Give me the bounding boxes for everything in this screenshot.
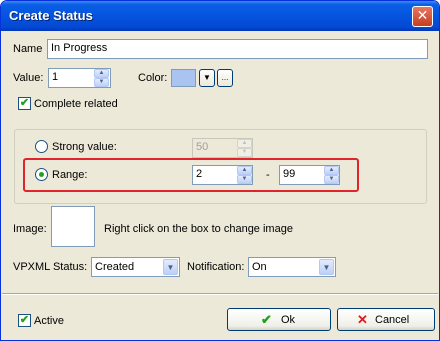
range-to-spinner[interactable]: ▲ ▼ xyxy=(324,166,339,184)
complete-related-checkbox[interactable]: ✔ xyxy=(18,97,31,110)
vpxml-status-label: VPXML Status: xyxy=(13,261,88,273)
vpxml-status-value: Created xyxy=(95,261,135,273)
name-label: Name xyxy=(13,43,43,55)
strong-value-label: Strong value: xyxy=(52,141,117,153)
spin-down-icon[interactable]: ▼ xyxy=(324,175,339,184)
notification-label: Notification: xyxy=(187,261,245,273)
vpxml-status-select[interactable]: Created ▼ xyxy=(91,257,180,277)
color-label: Color: xyxy=(138,72,168,84)
value-spinner[interactable]: ▲ ▼ xyxy=(94,69,109,87)
active-checkbox[interactable]: ✔ xyxy=(18,314,31,327)
complete-related-label: Complete related xyxy=(34,98,118,110)
image-label: Image: xyxy=(13,223,47,235)
notification-value: On xyxy=(252,261,267,273)
notification-select[interactable]: On ▼ xyxy=(248,257,336,277)
spin-up-icon[interactable]: ▲ xyxy=(324,166,339,175)
active-label: Active xyxy=(34,315,64,327)
range-separator: - xyxy=(266,169,270,181)
range-radio[interactable] xyxy=(35,168,48,181)
spin-down-icon: ▼ xyxy=(237,148,252,157)
image-hint: Right click on the box to change image xyxy=(104,223,293,235)
spin-up-icon[interactable]: ▲ xyxy=(237,166,252,175)
ok-button[interactable]: ✔ Ok xyxy=(227,308,331,331)
chevron-down-icon: ▼ xyxy=(203,73,211,82)
spin-down-icon[interactable]: ▼ xyxy=(94,78,109,87)
ellipsis-icon: ... xyxy=(221,73,229,82)
cancel-button-label: Cancel xyxy=(375,314,410,326)
check-icon: ✔ xyxy=(19,314,30,326)
cancel-button[interactable]: ✕ Cancel xyxy=(337,308,435,331)
close-button[interactable]: ✕ xyxy=(412,6,433,27)
check-icon: ✔ xyxy=(261,312,272,327)
color-more-button[interactable]: ... xyxy=(217,69,233,87)
range-from-spinner[interactable]: ▲ ▼ xyxy=(237,166,252,184)
spin-up-icon[interactable]: ▲ xyxy=(94,69,109,78)
chevron-down-icon[interactable]: ▼ xyxy=(163,259,178,275)
value-label: Value: xyxy=(13,72,44,84)
color-swatch[interactable] xyxy=(171,69,196,87)
close-icon: ✕ xyxy=(416,8,429,24)
divider xyxy=(2,293,438,295)
create-status-dialog: Create Status ✕ Name In Progress Value: … xyxy=(0,0,440,341)
spin-up-icon: ▲ xyxy=(237,139,252,148)
window-title: Create Status xyxy=(9,8,93,23)
color-dropdown-button[interactable]: ▼ xyxy=(199,69,215,87)
chevron-down-icon[interactable]: ▼ xyxy=(319,259,334,275)
x-icon: ✕ xyxy=(357,312,368,327)
spin-down-icon[interactable]: ▼ xyxy=(237,175,252,184)
strong-value-radio[interactable] xyxy=(35,140,48,153)
check-icon: ✔ xyxy=(19,97,30,109)
name-input[interactable]: In Progress xyxy=(47,39,428,59)
ok-button-label: Ok xyxy=(281,314,296,326)
image-box[interactable] xyxy=(51,206,95,247)
strong-value-spinner: ▲ ▼ xyxy=(237,139,252,157)
range-label: Range: xyxy=(52,169,88,181)
title-bar[interactable]: Create Status ✕ xyxy=(1,1,439,31)
